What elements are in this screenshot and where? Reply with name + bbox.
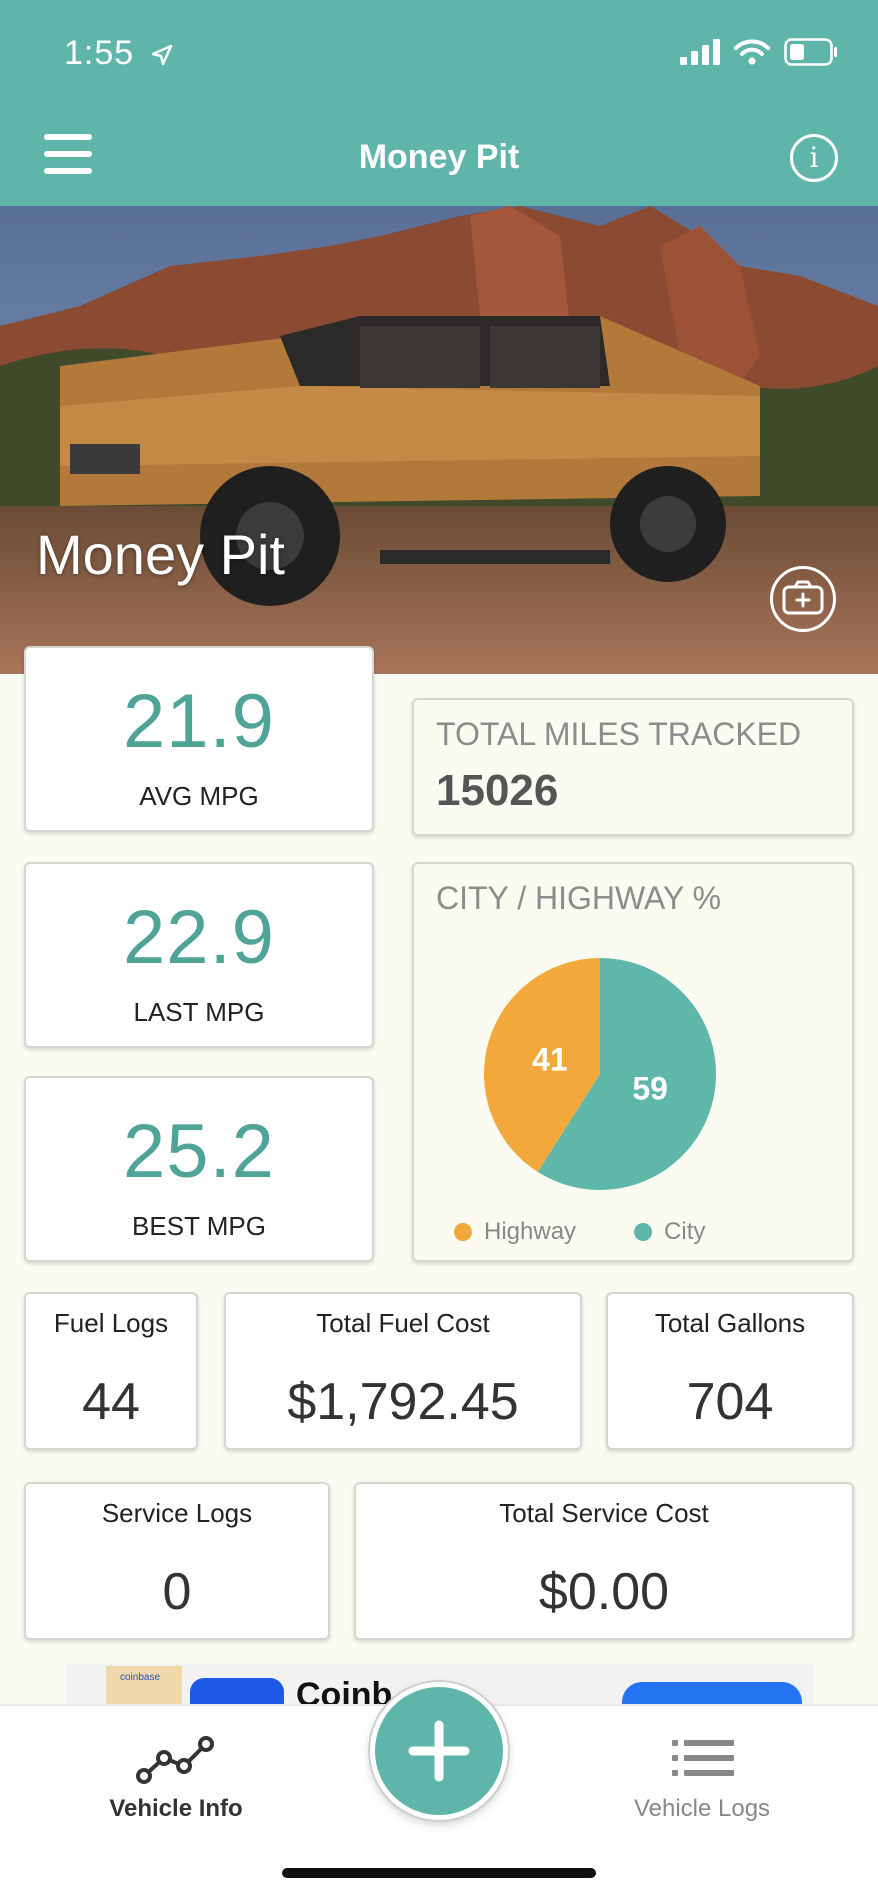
fuel-logs-card: Fuel Logs 44	[24, 1292, 198, 1450]
info-icon: i	[809, 141, 819, 174]
total-service-cost-card: Total Service Cost $0.00	[354, 1482, 854, 1640]
service-logs-value: 0	[162, 1563, 192, 1621]
best-mpg-value: 25.2	[123, 1109, 275, 1194]
total-miles-value: 15026	[436, 766, 559, 815]
avg-mpg-value: 21.9	[123, 679, 275, 764]
best-mpg-label: BEST MPG	[132, 1211, 266, 1241]
total-gallons-label: Total Gallons	[654, 1308, 806, 1338]
vehicle-hero-image: Money Pit	[0, 206, 878, 674]
city-highway-card: CITY / HIGHWAY % 41 59 Highway City	[412, 862, 854, 1262]
total-gallons-card: Total Gallons 704	[606, 1292, 854, 1450]
service-logs-card: Service Logs 0	[24, 1482, 330, 1640]
line-chart-icon	[136, 1736, 214, 1784]
list-icon	[672, 1740, 734, 1776]
add-log-button[interactable]	[370, 1682, 508, 1820]
total-service-cost-value: $0.00	[538, 1563, 670, 1621]
total-fuel-cost-label: Total Fuel Cost	[316, 1308, 490, 1338]
avg-mpg-card: 21.9 AVG MPG	[24, 646, 374, 832]
info-button[interactable]: i	[790, 134, 838, 182]
location-arrow-icon	[151, 44, 172, 66]
legend-city: City	[634, 1218, 705, 1246]
fuel-logs-label: Fuel Logs	[53, 1308, 169, 1338]
city-highway-title: CITY / HIGHWAY %	[436, 880, 722, 916]
last-mpg-card: 22.9 LAST MPG	[24, 862, 374, 1048]
tab-vehicle-info[interactable]: Vehicle Info	[56, 1730, 296, 1823]
total-miles-card: TOTAL MILES TRACKED 15026	[412, 698, 854, 836]
tab-vehicle-info-label: Vehicle Info	[109, 1795, 243, 1822]
total-service-cost-label: Total Service Cost	[499, 1498, 709, 1528]
city-highway-pie-chart: 41 59	[484, 958, 716, 1190]
battery-icon	[784, 38, 837, 66]
status-icons	[680, 38, 838, 66]
total-miles-title: TOTAL MILES TRACKED	[436, 716, 802, 752]
nav-bar: Money Pit i	[0, 110, 878, 206]
chart-legend: Highway City	[454, 1218, 705, 1246]
wifi-icon	[734, 39, 770, 65]
vehicle-name: Money Pit	[36, 523, 285, 586]
legend-highway: Highway	[454, 1218, 576, 1246]
camera-add-icon	[782, 580, 824, 615]
total-fuel-cost-card: Total Fuel Cost $1,792.45	[224, 1292, 582, 1450]
best-mpg-card: 25.2 BEST MPG	[24, 1076, 374, 1262]
ad-app-icon	[190, 1678, 284, 1704]
tab-vehicle-logs-label: Vehicle Logs	[633, 1795, 771, 1822]
status-bar: 1:55	[0, 0, 878, 110]
page-title: Money Pit	[358, 138, 520, 176]
legend-city-label: City	[664, 1218, 706, 1245]
status-time: 1:55	[64, 34, 173, 73]
pie-label-highway: 41	[532, 1041, 568, 1077]
tab-vehicle-logs[interactable]: Vehicle Logs	[582, 1730, 822, 1823]
status-time-text: 1:55	[64, 34, 135, 72]
legend-highway-label: Highway	[484, 1218, 577, 1245]
highway-color-dot	[454, 1223, 472, 1241]
service-logs-label: Service Logs	[101, 1498, 253, 1528]
fuel-logs-value: 44	[82, 1373, 140, 1431]
ad-logo: coinbase	[106, 1666, 182, 1704]
total-fuel-cost-value: $1,792.45	[287, 1373, 519, 1431]
last-mpg-label: LAST MPG	[133, 997, 265, 1027]
home-indicator	[282, 1868, 596, 1878]
avg-mpg-label: AVG MPG	[139, 781, 259, 811]
change-photo-button[interactable]	[770, 566, 836, 632]
last-mpg-value: 22.9	[123, 895, 275, 980]
ad-cta-button[interactable]	[622, 1682, 802, 1704]
signal-icon	[680, 39, 720, 65]
pie-label-city: 59	[632, 1071, 668, 1107]
city-color-dot	[634, 1223, 653, 1241]
total-gallons-value: 704	[686, 1373, 774, 1431]
hero-illustration	[0, 206, 878, 674]
plus-icon	[408, 1720, 470, 1782]
